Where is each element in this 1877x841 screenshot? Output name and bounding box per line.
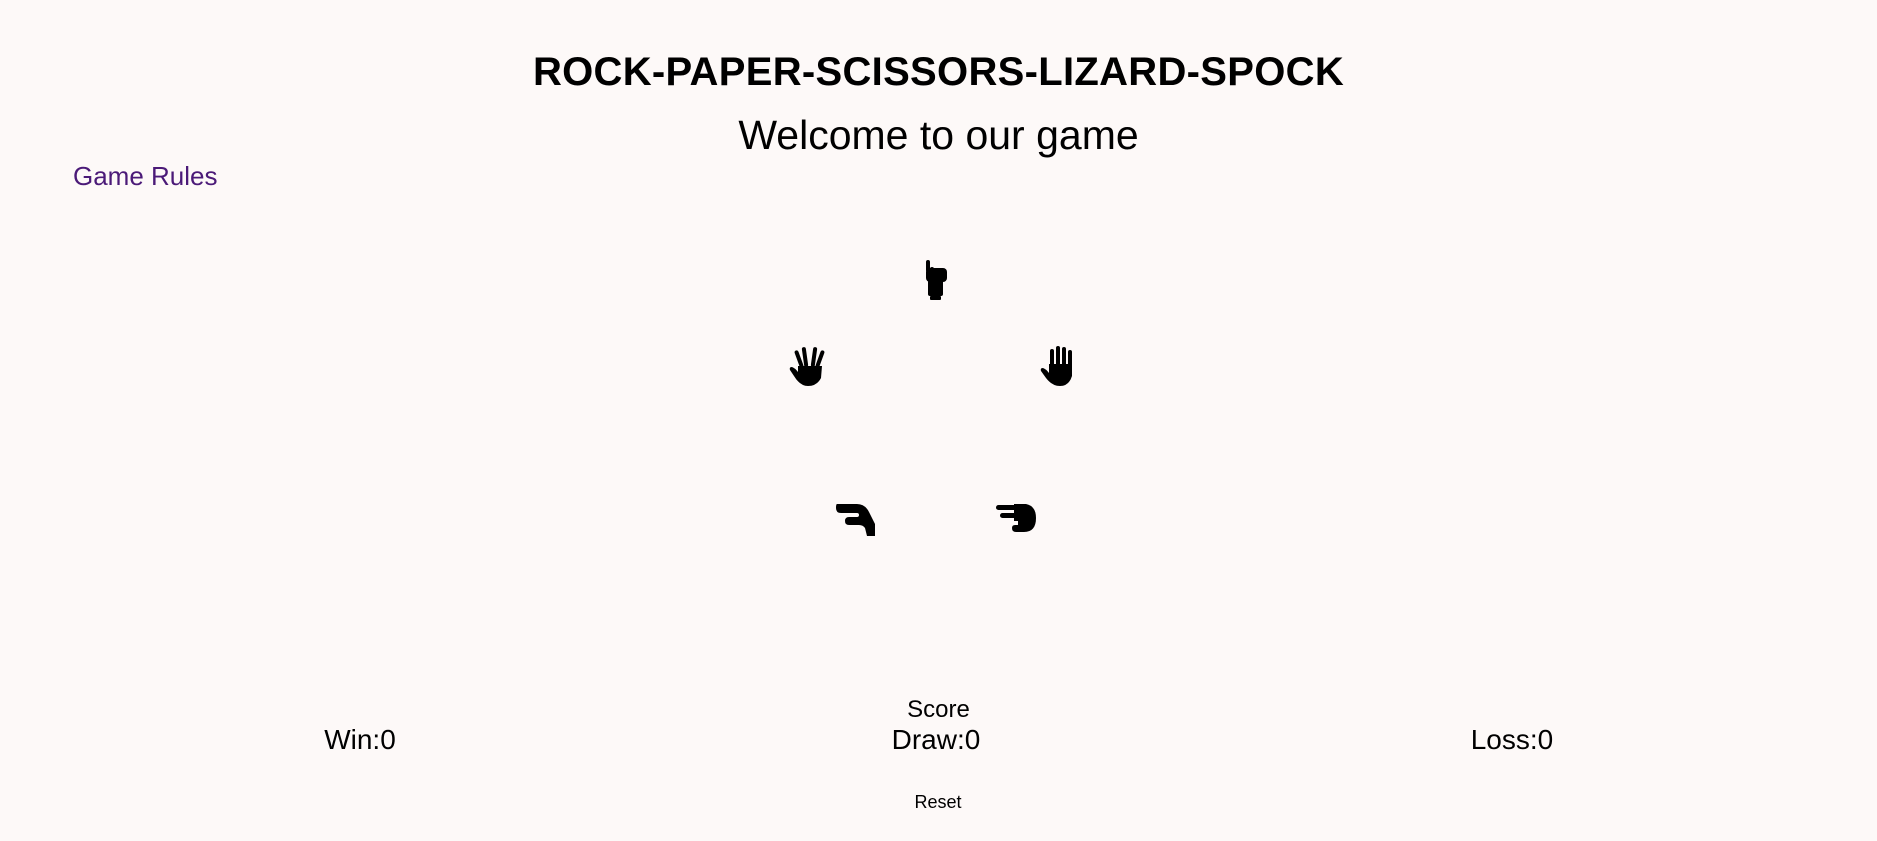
win-value: 0 (380, 724, 396, 755)
loss-value: 0 (1537, 724, 1554, 755)
page-title: ROCK-PAPER-SCISSORS-LIZARD-SPOCK (532, 50, 1345, 94)
reset-button[interactable]: Reset (888, 792, 988, 813)
hand-lizard-icon (836, 504, 875, 536)
loss-label: Loss: (1470, 724, 1538, 755)
hand-paper-icon (1040, 346, 1072, 386)
lizard-choice-button[interactable] (831, 494, 879, 542)
win-label: Win: (324, 724, 381, 755)
win-counter: Win:0 (240, 724, 480, 756)
spock-choice-button[interactable] (786, 342, 834, 390)
loss-counter: Loss:0 (1392, 724, 1632, 756)
paper-choice-button[interactable] (1036, 342, 1084, 390)
hand-spock-icon (789, 347, 825, 386)
draw-label: Draw: (891, 724, 965, 755)
rock-choice-button[interactable] (912, 256, 960, 304)
score-heading: Score (907, 696, 970, 723)
scissors-choice-button[interactable] (992, 494, 1040, 542)
game-rules-link[interactable]: Game Rules (73, 161, 218, 192)
hand-scissors-icon (996, 504, 1036, 532)
draw-counter: Draw:0 (816, 724, 1056, 756)
welcome-subtitle: Welcome to our game (738, 112, 1139, 158)
draw-value: 0 (964, 724, 981, 755)
hand-rock-icon (926, 260, 947, 300)
